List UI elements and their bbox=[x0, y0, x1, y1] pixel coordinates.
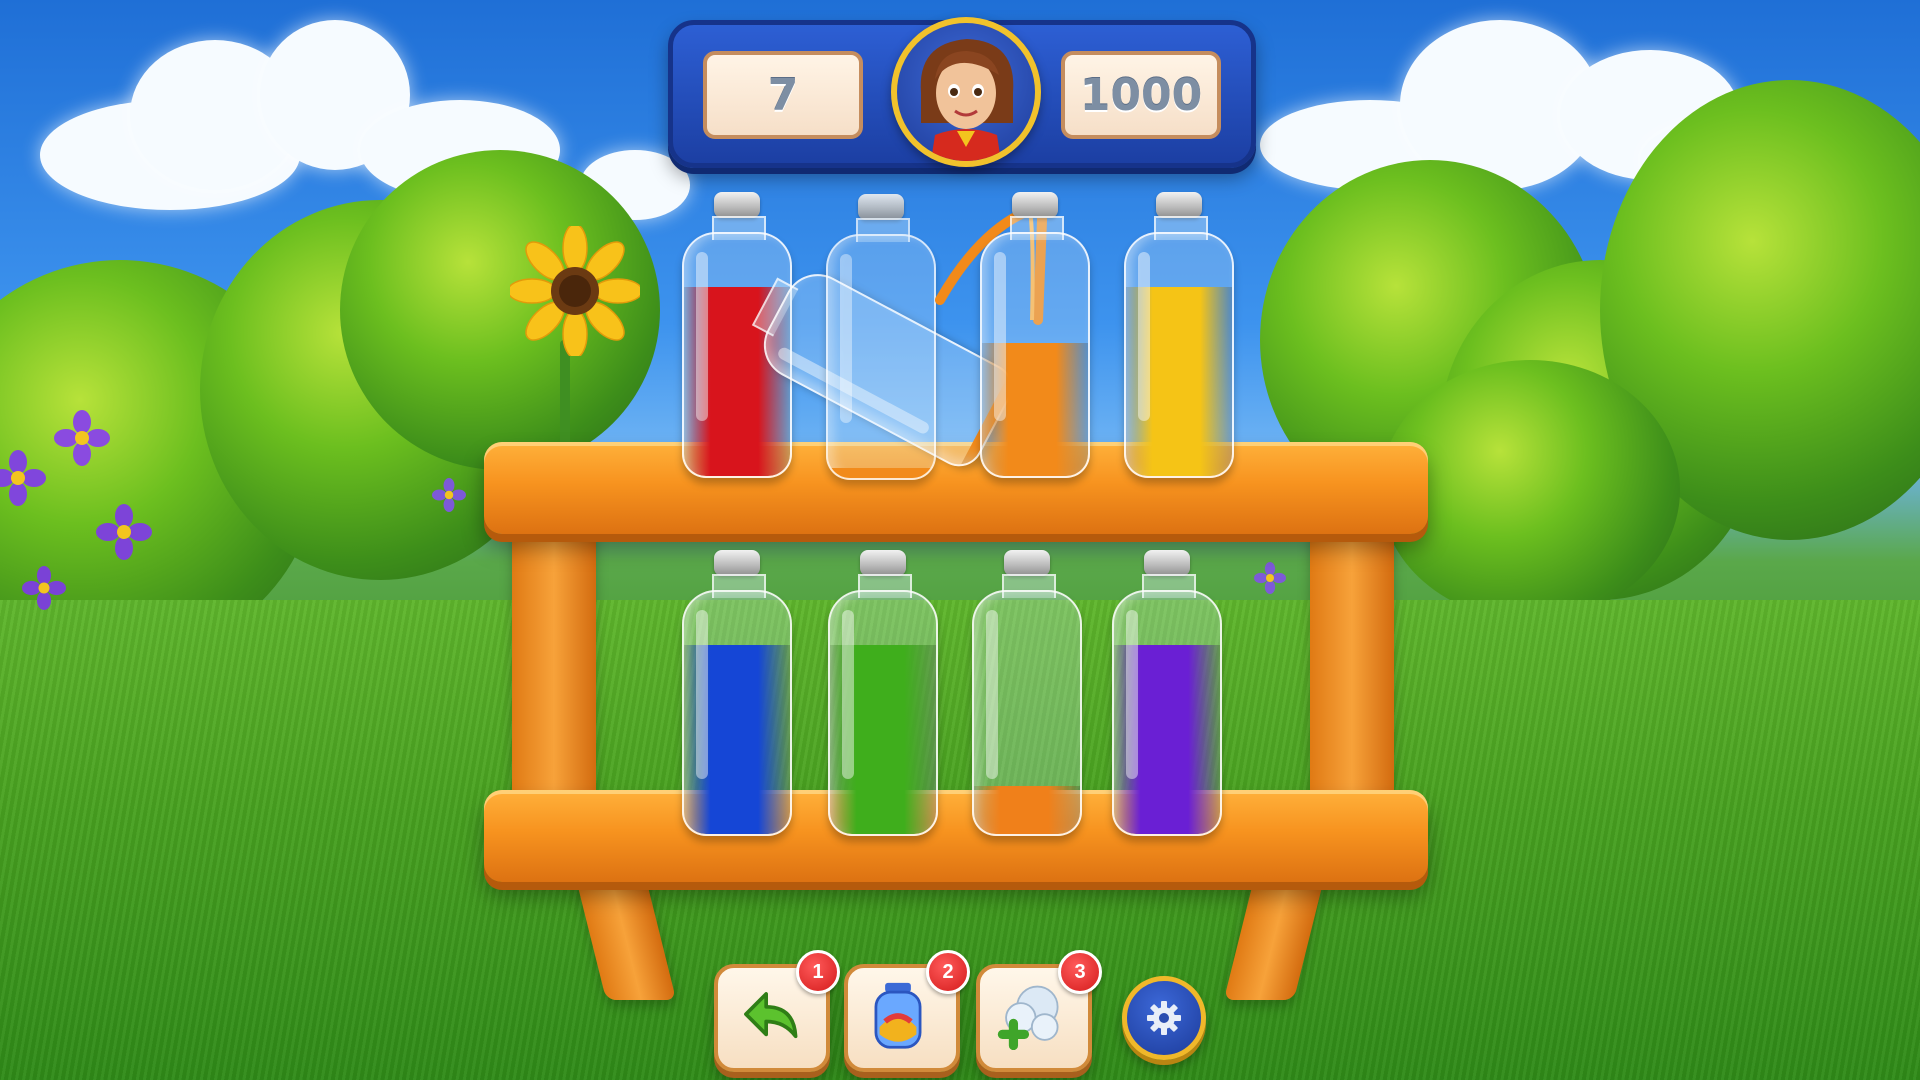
extra-bottle-button[interactable]: 2 bbox=[844, 950, 970, 1072]
shuffle-button[interactable]: 3 bbox=[976, 950, 1102, 1072]
bottle-yellow[interactable] bbox=[1124, 192, 1234, 478]
bottle-shine bbox=[696, 252, 708, 422]
top-hud-panel: 7 1000 bbox=[668, 17, 1256, 168]
score-counter: 1000 bbox=[1061, 51, 1221, 139]
bottle-blue[interactable] bbox=[682, 550, 792, 836]
bottle-shine bbox=[840, 254, 852, 424]
bottle-cap bbox=[714, 550, 760, 576]
bottle-body bbox=[1124, 232, 1234, 478]
shelf-leg-left bbox=[512, 520, 596, 820]
bottle-body bbox=[828, 590, 938, 836]
sunflower-stem bbox=[560, 340, 570, 450]
bottle-cap bbox=[1012, 192, 1058, 218]
purple-flower-icon bbox=[54, 410, 110, 466]
bottle-shine bbox=[1138, 252, 1150, 422]
undo-button[interactable]: 1 bbox=[714, 950, 840, 1072]
purple-flower-icon bbox=[96, 504, 152, 560]
bottle-cap bbox=[860, 550, 906, 576]
bottle-cap bbox=[1144, 550, 1190, 576]
shelf-leg-right bbox=[1310, 520, 1394, 820]
extra-bottle-count-badge: 2 bbox=[926, 950, 970, 994]
bottle-body bbox=[682, 590, 792, 836]
undo-count-badge: 1 bbox=[796, 950, 840, 994]
purple-flower-icon bbox=[0, 450, 46, 506]
bottle-orange-low[interactable] bbox=[972, 550, 1082, 836]
bottle-shine bbox=[986, 610, 998, 780]
bottle-green[interactable] bbox=[828, 550, 938, 836]
character-avatar-icon[interactable] bbox=[891, 17, 1041, 167]
bottle-purple[interactable] bbox=[1112, 550, 1222, 836]
bottle-orange[interactable] bbox=[980, 192, 1090, 478]
bottle-cap bbox=[858, 194, 904, 220]
bottle-body bbox=[826, 234, 936, 480]
purple-flower-icon bbox=[1254, 562, 1286, 594]
shuffle-count-badge: 3 bbox=[1058, 950, 1102, 994]
bottle-cap bbox=[714, 192, 760, 218]
sunflower-icon bbox=[510, 226, 640, 356]
bottle-body bbox=[980, 232, 1090, 478]
bottle-shine bbox=[696, 610, 708, 780]
bottle-cap bbox=[1004, 550, 1050, 576]
bottle-cap bbox=[1156, 192, 1202, 218]
moves-counter: 7 bbox=[703, 51, 863, 139]
bottle-shine bbox=[994, 252, 1006, 422]
liquid-orange-thin bbox=[828, 468, 934, 478]
bottle-shine bbox=[1126, 610, 1138, 780]
bottle-shine bbox=[842, 610, 854, 780]
purple-flower-icon bbox=[22, 566, 66, 610]
shelf-bottom bbox=[484, 790, 1428, 882]
bottle-body bbox=[972, 590, 1082, 836]
settings-button[interactable] bbox=[1122, 976, 1206, 1060]
gear-icon bbox=[1147, 1001, 1181, 1035]
bottle-empty-slot bbox=[826, 194, 936, 480]
liquid-orange bbox=[974, 786, 1080, 834]
purple-flower-icon bbox=[432, 478, 466, 512]
bottle-body bbox=[1112, 590, 1222, 836]
